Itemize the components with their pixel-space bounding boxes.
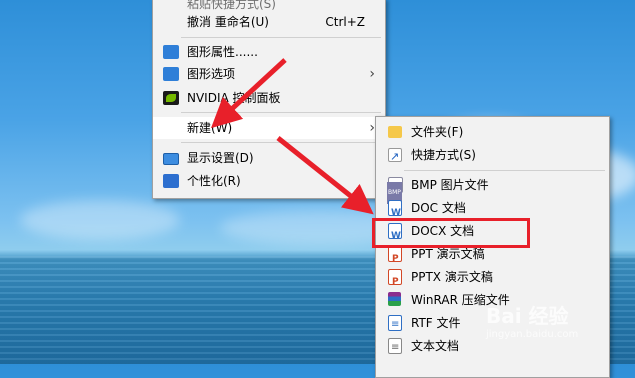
watermark-subtext: jingyan.baidu.com [486, 329, 579, 340]
arrow-to-docx [276, 136, 374, 215]
baidu-watermark: Bai 经验 jingyan.baidu.com [486, 300, 578, 340]
arrow-to-new [210, 58, 287, 129]
watermark-text: Bai 经验 [486, 304, 569, 328]
